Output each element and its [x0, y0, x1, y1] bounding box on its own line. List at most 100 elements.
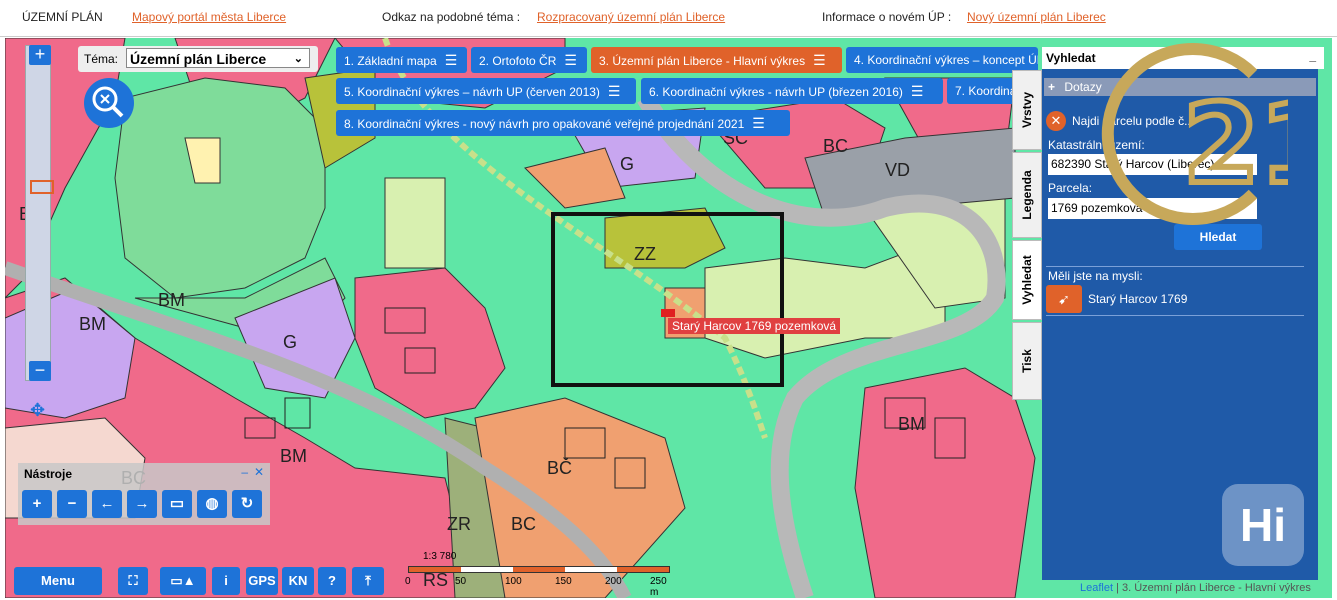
tab-ortofoto[interactable]: 2. Ortofoto ČR ☰ — [471, 47, 587, 73]
measure-icon[interactable]: ▭▲ — [160, 567, 206, 595]
tools-title: Nástroje — [24, 467, 73, 481]
tab-draft-2013[interactable]: 5. Koordinační výkres – návrh UP (červen… — [336, 78, 636, 104]
locate-icon[interactable]: ➹ — [1046, 285, 1082, 313]
svg-text:21: 21 — [1183, 80, 1288, 208]
tab-label: Vrstvy — [1020, 91, 1034, 129]
tab-layers[interactable]: Vrstvy — [1012, 70, 1042, 150]
gps-button[interactable]: GPS — [246, 567, 278, 595]
theme-value: Územní plán Liberce — [130, 51, 267, 67]
refresh-icon[interactable]: ↻ — [232, 490, 262, 518]
map-label: VD — [885, 160, 911, 180]
divider — [1046, 266, 1304, 267]
zoom-out-tool-icon[interactable]: − — [57, 490, 87, 518]
tab-print[interactable]: Tisk — [1012, 322, 1042, 400]
expand-icon: + — [1048, 80, 1056, 94]
help-button[interactable]: ? — [318, 567, 346, 595]
tab-concept[interactable]: 4. Koordinační výkres – koncept ÚP — [846, 47, 1038, 73]
tab-label: 3. Územní plán Liberce - Hlavní výkres — [599, 54, 806, 68]
parcel-popup: Starý Harcov 1769 pozemková — [668, 318, 841, 334]
minimize-icon[interactable]: _ — [1309, 49, 1316, 63]
upload-icon[interactable]: ⤒ — [352, 567, 384, 595]
scale-tick: 100 — [505, 576, 522, 587]
forward-icon[interactable]: → — [127, 490, 157, 518]
map-label: BM — [280, 446, 307, 466]
hi-logo: Hi — [1222, 484, 1304, 566]
theme-selector: Téma: Územní plán Liberce ⌄ — [78, 46, 318, 72]
tab-label: Legenda — [1020, 170, 1034, 220]
zoom-search-button[interactable] — [84, 78, 134, 128]
tab-search[interactable]: Vyhledat — [1012, 240, 1042, 320]
map-label: BM — [79, 314, 106, 334]
menu-icon[interactable]: ☰ — [445, 52, 458, 68]
zoom-in-button[interactable]: + — [29, 45, 51, 65]
tab-legend[interactable]: Legenda — [1012, 152, 1042, 238]
parcel-marker[interactable] — [661, 309, 675, 317]
info-button[interactable]: i — [212, 567, 240, 595]
tab-label: 7. Koordinační výkres — [955, 84, 1017, 98]
similar-label: Odkaz na podobné téma : — [382, 10, 521, 24]
tab-koord-7[interactable]: 7. Koordinační výkres — [947, 78, 1017, 104]
tab-draft-2016[interactable]: 6. Koordinační výkres - návrh UP (březen… — [641, 78, 943, 104]
tab-new-draft-2021[interactable]: 8. Koordinační výkres - nový návrh pro o… — [336, 110, 790, 136]
page-title: ÚZEMNÍ PLÁN — [22, 10, 103, 24]
tab-label: 8. Koordinační výkres - nový návrh pro o… — [344, 117, 745, 131]
tab-main-drawing[interactable]: 3. Územní plán Liberce - Hlavní výkres ☰ — [591, 47, 842, 73]
tab-label: 6. Koordinační výkres - návrh UP (březen… — [649, 85, 903, 99]
globe-icon[interactable]: ◍ — [197, 490, 227, 518]
side-tabs: Vrstvy Legenda Vyhledat Tisk — [1012, 70, 1042, 400]
scale-ruler — [408, 566, 670, 573]
zoom-out-button[interactable]: − — [29, 361, 51, 381]
chevron-down-icon: ⌄ — [293, 53, 303, 65]
map-label: BC — [511, 514, 537, 534]
map-label: BM — [158, 290, 185, 310]
zoom-handle[interactable] — [30, 180, 54, 194]
leaflet-link[interactable]: Leaflet — [1080, 582, 1113, 594]
scale-tick: 150 — [555, 576, 572, 587]
close-icon[interactable]: ✕ — [254, 465, 264, 479]
tab-label: 1. Základní mapa — [344, 54, 437, 68]
portal-link[interactable]: Mapový portál města Liberce — [132, 10, 286, 24]
suggestion-result[interactable]: Starý Harcov 1769 — [1088, 292, 1187, 306]
menu-icon[interactable]: ☰ — [564, 52, 577, 68]
map-label: ZZ — [634, 244, 656, 264]
map-label: ZR — [447, 514, 471, 534]
map-label: BM — [898, 414, 925, 434]
tab-label: 5. Koordinační výkres – návrh UP (červen… — [344, 85, 600, 99]
tab-label: Tisk — [1020, 349, 1034, 373]
suggestion-label: Měli jste na mysli: — [1048, 269, 1143, 283]
menu-icon[interactable]: ☰ — [813, 52, 826, 68]
map-label: BC — [823, 136, 849, 156]
fullscreen-icon[interactable]: ⛶ — [118, 567, 148, 595]
info-link[interactable]: Nový územní plán Liberec — [967, 10, 1106, 24]
scale-tick: 0 — [405, 576, 411, 587]
zoom-in-tool-icon[interactable]: + — [22, 490, 52, 518]
menu-button[interactable]: Menu — [14, 567, 102, 595]
similar-link[interactable]: Rozpracovaný územní plán Liberce — [537, 10, 725, 24]
pan-control-icon[interactable]: ✥ — [30, 400, 45, 421]
tab-label: 4. Koordinační výkres – koncept ÚP — [854, 53, 1038, 67]
map-label: BČ — [547, 458, 573, 478]
tab-label: Vyhledat — [1020, 255, 1034, 305]
close-icon[interactable]: ✕ — [1046, 111, 1066, 131]
menu-icon[interactable]: ☰ — [752, 115, 765, 131]
century21-logo: 21 — [1101, 43, 1288, 225]
menu-icon[interactable]: ☰ — [608, 83, 621, 99]
scale-tick: 50 — [455, 576, 467, 587]
magnifier-icon — [92, 86, 124, 118]
scale-bar: 1:3 780 0 50 100 150 200 250 m — [405, 551, 675, 598]
kn-button[interactable]: KN — [282, 567, 314, 595]
zoom-slider[interactable] — [25, 45, 51, 381]
menu-icon[interactable]: ☰ — [911, 83, 924, 99]
back-icon[interactable]: ← — [92, 490, 122, 518]
tab-basic-map[interactable]: 1. Základní mapa ☰ — [336, 47, 467, 73]
minimize-icon[interactable]: – — [241, 465, 248, 479]
map-label: G — [620, 154, 635, 174]
attribution: Leaflet | 3. Územní plán Liberce - Hlavn… — [1080, 582, 1311, 594]
theme-select[interactable]: Územní plán Liberce ⌄ — [126, 48, 310, 68]
top-bar: ÚZEMNÍ PLÁN Mapový portál města Liberce … — [0, 0, 1337, 37]
select-area-icon[interactable]: ▭ — [162, 490, 192, 518]
scale-tick: 200 — [605, 576, 622, 587]
scale-tick: 250 m — [650, 576, 667, 598]
scale-ratio: 1:3 780 — [423, 551, 457, 562]
divider — [1046, 315, 1304, 316]
